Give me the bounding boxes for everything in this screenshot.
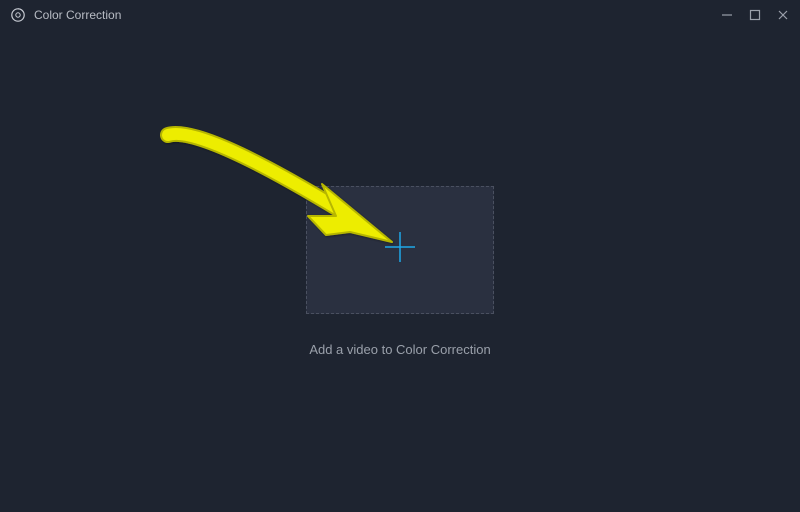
close-button[interactable] xyxy=(776,8,790,22)
app-icon xyxy=(10,7,26,23)
minimize-button[interactable] xyxy=(720,8,734,22)
window-controls xyxy=(720,8,790,22)
window-title: Color Correction xyxy=(34,8,720,22)
maximize-button[interactable] xyxy=(748,8,762,22)
add-video-dropzone[interactable] xyxy=(306,186,494,314)
main-content: Add a video to Color Correction xyxy=(0,30,800,512)
plus-icon xyxy=(383,230,417,269)
titlebar: Color Correction xyxy=(0,0,800,30)
add-video-prompt: Add a video to Color Correction xyxy=(309,342,490,357)
